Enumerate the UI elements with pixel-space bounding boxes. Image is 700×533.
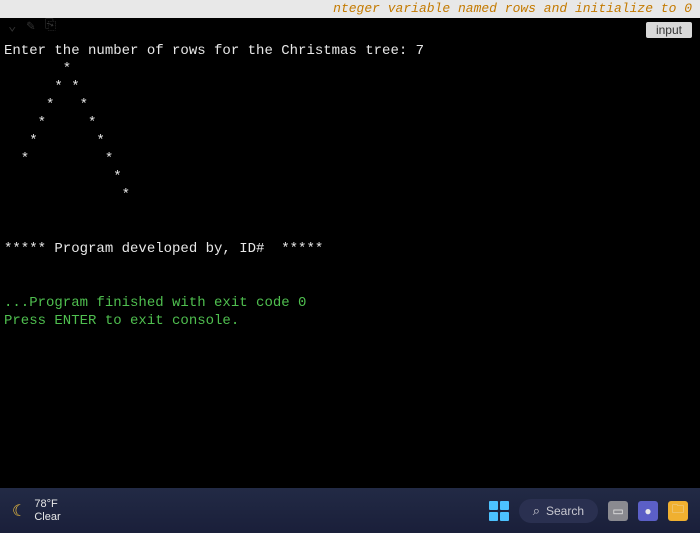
taskbar-search[interactable]: ⌕ Search bbox=[519, 499, 598, 523]
moon-icon: ☾ bbox=[12, 501, 26, 521]
chevron-down-icon[interactable]: ⌄ bbox=[8, 18, 16, 35]
console-prompt-line: Enter the number of rows for the Christm… bbox=[4, 43, 424, 59]
credit-row: ***** Program developed by, ID# ***** bbox=[4, 241, 323, 257]
weather-temp: 78°F bbox=[34, 498, 60, 511]
windows-taskbar: ☾ 78°F Clear ⌕ Search ▭ ● 🗀 bbox=[0, 488, 700, 533]
tree-row: * bbox=[4, 169, 122, 185]
terminal-window: input Enter the number of rows for the C… bbox=[0, 18, 700, 488]
exit-code-line: ...Program finished with exit code 0 bbox=[4, 295, 306, 311]
tree-row: * * bbox=[4, 79, 80, 95]
console-output: Enter the number of rows for the Christm… bbox=[0, 22, 700, 350]
tree-row: * bbox=[4, 61, 71, 77]
tree-row: * * bbox=[4, 133, 105, 149]
weather-widget[interactable]: ☾ 78°F Clear bbox=[12, 498, 61, 524]
taskbar-app-icon[interactable]: ▭ bbox=[608, 501, 628, 521]
editor-comment-fragment: nteger variable named rows and initializ… bbox=[0, 0, 700, 18]
start-button[interactable] bbox=[489, 501, 509, 521]
file-explorer-icon[interactable]: 🗀 bbox=[668, 501, 688, 521]
tree-row: * * bbox=[4, 115, 96, 131]
editor-toolbar: ⌄ ✎ ⎘ bbox=[8, 18, 56, 34]
tree-row: * bbox=[4, 187, 130, 203]
weather-condition: Clear bbox=[34, 511, 60, 524]
search-icon: ⌕ bbox=[533, 503, 540, 519]
tree-row: * * bbox=[4, 151, 113, 167]
taskbar-app-icon[interactable]: ● bbox=[638, 501, 658, 521]
edit-icon[interactable]: ✎ bbox=[26, 18, 34, 35]
tree-row: * * bbox=[4, 97, 88, 113]
input-tab[interactable]: input bbox=[646, 22, 692, 38]
search-placeholder: Search bbox=[546, 504, 584, 518]
press-enter-line: Press ENTER to exit console. bbox=[4, 313, 239, 329]
copy-icon[interactable]: ⎘ bbox=[45, 18, 56, 34]
